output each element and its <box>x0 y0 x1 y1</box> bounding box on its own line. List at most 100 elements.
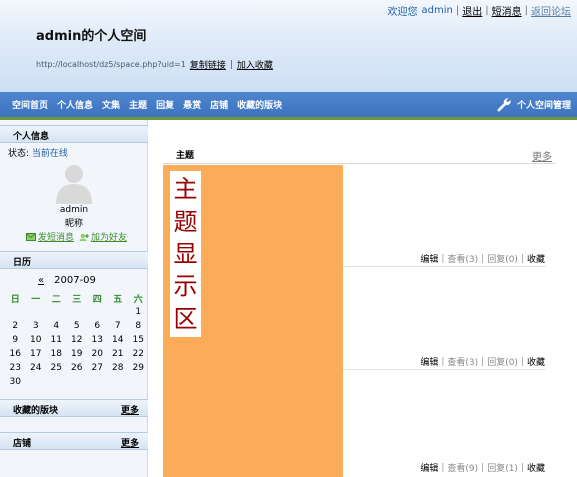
calendar-day: 11 <box>50 335 62 345</box>
views-count: 查看(3) <box>447 358 479 368</box>
calendar-day: 21 <box>112 349 124 359</box>
weekday: 日 <box>10 294 20 305</box>
weekday: 一 <box>31 294 41 305</box>
calendar-week: 16 17 18 19 20 21 22 <box>5 347 149 361</box>
threads-display-label: 主 题 显 示 区 <box>170 171 201 337</box>
nav-items: 空间首页 个人信息 文集 主题 回复 悬赏 店铺 收藏的版块 <box>12 92 291 117</box>
calendar-day: 20 <box>91 349 103 359</box>
shop-box-header: 店铺 更多 <box>0 432 148 450</box>
favorite-link[interactable]: 收藏 <box>527 355 545 368</box>
calendar-week: 30 <box>5 375 149 389</box>
calendar-heading: 日历 <box>13 258 32 268</box>
calendar-day: 28 <box>112 363 124 373</box>
calendar-day: 3 <box>32 321 39 331</box>
calendar-day <box>46 305 67 319</box>
send-message-label: 发短消息 <box>38 233 75 243</box>
profile-username: admin <box>59 205 89 215</box>
weekday: 三 <box>72 294 82 305</box>
nav-item-replies[interactable]: 回复 <box>156 98 174 111</box>
calendar-day <box>108 375 129 389</box>
messages-link[interactable]: 短消息 <box>492 3 522 18</box>
send-message-button[interactable]: 发短消息 <box>26 230 74 243</box>
nav-item-shop[interactable]: 店铺 <box>210 98 228 111</box>
avatar[interactable] <box>51 158 97 204</box>
add-friend-label: 加为好友 <box>91 233 128 243</box>
edit-link[interactable]: 编辑 <box>420 461 438 474</box>
calendar-day: 19 <box>71 349 83 359</box>
calendar-day <box>46 375 67 389</box>
favorite-boards-more-link[interactable]: 更多 <box>121 403 139 416</box>
add-favorite-button[interactable]: 加入收藏 <box>237 58 273 71</box>
favorite-boards-heading: 收藏的版块 <box>13 406 59 416</box>
calendar-day <box>128 375 149 389</box>
calendar-box-header: 日历 <box>0 251 148 269</box>
favorite-boards-box-header: 收藏的版块 更多 <box>0 399 148 417</box>
status-label: 状态: <box>8 149 30 159</box>
calendar-day <box>87 375 108 389</box>
copy-link-button[interactable]: 复制链接 <box>190 58 226 71</box>
favorite-link[interactable]: 收藏 <box>527 252 545 265</box>
welcome-text: 欢迎您 <box>387 6 418 18</box>
calendar-week: 1 <box>5 305 149 319</box>
weekday: 六 <box>133 294 143 305</box>
display-label-char: 题 <box>173 207 198 236</box>
nav-item-threads[interactable]: 主题 <box>129 98 147 111</box>
calendar-day: 9 <box>12 335 19 345</box>
calendar-day <box>5 305 26 319</box>
calendar-day <box>26 305 47 319</box>
profile-actions: 发短消息 加为好友 <box>26 230 127 243</box>
thread-divider <box>343 369 546 370</box>
calendar-day: 10 <box>30 335 42 345</box>
envelope-icon <box>26 232 36 241</box>
threads-more-link[interactable]: 更多 <box>532 148 552 163</box>
edit-link[interactable]: 编辑 <box>420 355 438 368</box>
nav-item-favorite-boards[interactable]: 收藏的版块 <box>237 98 282 111</box>
calendar-day: 30 <box>9 377 21 387</box>
calendar-day: 14 <box>112 335 124 345</box>
calendar-day: 12 <box>71 335 83 345</box>
calendar-day: 5 <box>73 321 80 331</box>
calendar-week: 2 3 4 5 6 7 8 <box>5 319 149 333</box>
space-url: http://localhost/dz5/space.php?uid=1 <box>36 60 186 69</box>
calendar-day <box>87 305 108 319</box>
nav-item-articles[interactable]: 文集 <box>102 98 120 111</box>
username-link[interactable]: admin <box>422 5 453 16</box>
thread-actions-row: 编辑 | 查看(3) | 回复(0) | 收藏 <box>420 252 545 266</box>
calendar-weekday-row: 日 一 二 三 四 五 六 <box>5 291 149 305</box>
calendar-day: 26 <box>71 363 83 373</box>
calendar-day: 17 <box>30 349 42 359</box>
nav-item-home[interactable]: 空间首页 <box>12 98 48 111</box>
top-links: 欢迎您 admin | 退出 | 短消息 | 返回论坛 <box>387 3 571 18</box>
views-count: 查看(3) <box>447 255 479 265</box>
calendar-day <box>108 305 129 319</box>
nav-item-profile[interactable]: 个人信息 <box>57 98 93 111</box>
nav-item-rewards[interactable]: 悬赏 <box>183 98 201 111</box>
threads-heading: 主题 <box>176 151 195 161</box>
manage-space-label: 个人空间管理 <box>516 101 571 111</box>
wrench-icon <box>497 97 511 112</box>
main-nav: 空间首页 个人信息 文集 主题 回复 悬赏 店铺 收藏的版块 个人空间管理 <box>0 92 577 117</box>
shop-more-link[interactable]: 更多 <box>121 436 139 449</box>
header: 欢迎您 admin | 退出 | 短消息 | 返回论坛 admin的个人空间 h… <box>0 0 577 92</box>
display-label-char: 示 <box>173 272 198 301</box>
favorite-link[interactable]: 收藏 <box>527 461 545 474</box>
weekday: 五 <box>113 294 123 305</box>
logout-link[interactable]: 退出 <box>462 3 482 18</box>
display-label-char: 主 <box>173 175 198 204</box>
calendar-grid: 日 一 二 三 四 五 六 1 2345678 9 10 11 12 13 14 15 16… <box>5 291 149 389</box>
shop-heading: 店铺 <box>13 439 32 449</box>
views-count: 查看(9) <box>447 464 479 474</box>
add-friend-button[interactable]: 加为好友 <box>79 230 127 243</box>
calendar-week: 9 10 11 12 13 14 15 <box>5 333 149 347</box>
back-forum-link[interactable]: 返回论坛 <box>531 3 571 18</box>
calendar-day: 24 <box>30 363 42 373</box>
calendar-prev-button[interactable]: « <box>38 275 44 286</box>
manage-space-button[interactable]: 个人空间管理 <box>496 92 571 117</box>
edit-link[interactable]: 编辑 <box>420 252 438 265</box>
calendar-day <box>67 305 88 319</box>
profile-box-header: 个人信息 <box>0 125 148 143</box>
calendar-day: 15 <box>132 335 144 345</box>
profile-heading: 个人信息 <box>13 132 50 142</box>
add-friend-icon <box>79 233 90 241</box>
thread-actions-row: 编辑 | 查看(3) | 回复(0) | 收藏 <box>420 355 545 369</box>
